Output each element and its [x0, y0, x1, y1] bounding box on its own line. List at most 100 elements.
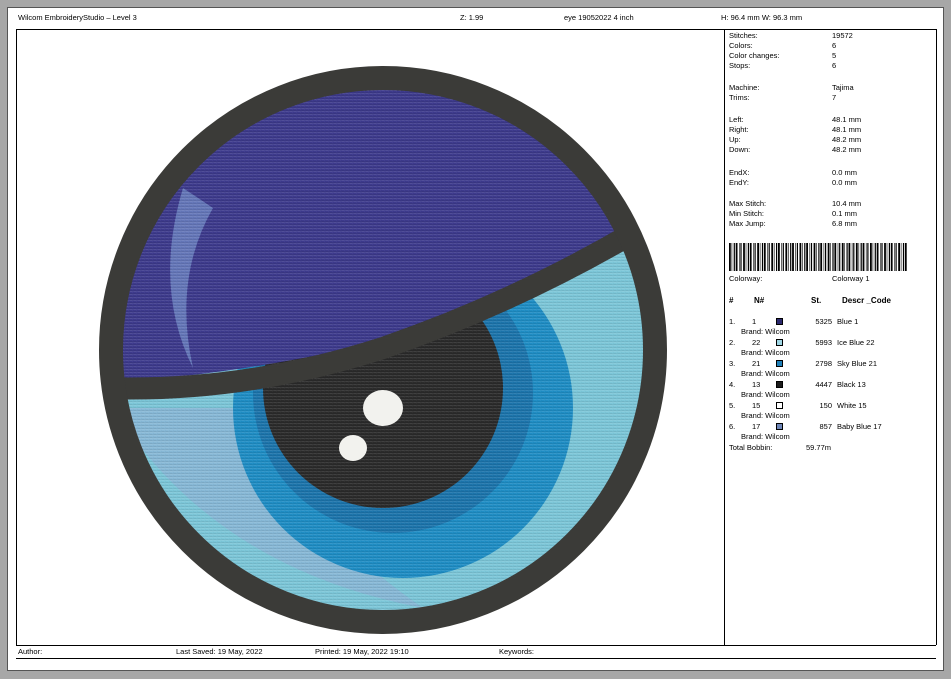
barcode-bar: [818, 243, 820, 271]
barcode-bar: [810, 243, 813, 271]
barcode-bar: [865, 243, 867, 271]
thread-brand: Brand: Wilcom: [741, 390, 790, 399]
footer-keywords: Keywords:: [499, 647, 535, 656]
stat-label: Color changes:: [729, 51, 780, 60]
barcode-bar: [778, 243, 780, 271]
stat-label: Stitches:: [729, 31, 758, 40]
barcode-bar: [792, 243, 794, 271]
thread-brand: Brand: Wilcom: [741, 327, 790, 336]
thread-number: 1: [752, 317, 757, 326]
thread-color-swatch: [776, 339, 783, 346]
thread-color-swatch: [776, 423, 783, 430]
print-preview-sheet: Wilcom EmbroideryStudio – Level 3 Z: 1.9…: [7, 7, 944, 671]
footer-last-saved: Last Saved: 19 May, 2022: [176, 647, 263, 656]
thread-index: 1.: [729, 317, 736, 326]
col-descr-header: Descr _Code: [842, 296, 891, 305]
thread-brand: Brand: Wilcom: [741, 432, 790, 441]
barcode-bar: [867, 243, 869, 271]
barcode-bar: [851, 243, 853, 271]
thread-stitches: 4447: [815, 380, 832, 389]
colorway-value: Colorway 1: [832, 274, 870, 283]
stat-value: 6: [832, 41, 837, 50]
stat-value: 48.2 mm: [832, 135, 862, 144]
barcode-bar: [898, 243, 900, 271]
total-bobbin-label: Total Bobbin:: [729, 443, 773, 452]
barcode-bar: [768, 243, 770, 271]
stat-label: Stops:: [729, 61, 751, 70]
thread-index: 4.: [729, 380, 736, 389]
barcode-bar: [767, 243, 768, 271]
stat-label: Max Stitch:: [729, 199, 767, 208]
barcode-bar: [735, 243, 738, 271]
stat-value: Tajima: [832, 83, 854, 92]
thread-index: 5.: [729, 401, 736, 410]
thread-description: Sky Blue 21: [837, 359, 878, 368]
barcode-bar: [880, 243, 881, 271]
barcode-bar: [832, 243, 834, 271]
barcode-bar: [771, 243, 774, 271]
barcode-bar: [776, 243, 778, 271]
barcode-bar: [763, 243, 766, 271]
stat-value: 48.1 mm: [832, 115, 862, 124]
stat-value: 0.0 mm: [832, 168, 858, 177]
frame-right: [936, 29, 937, 645]
barcode-bar: [904, 243, 907, 271]
barcode-bar: [733, 243, 735, 271]
barcode-bar: [816, 243, 817, 271]
stat-label: Min Stitch:: [729, 209, 765, 218]
barcode-bar: [825, 243, 827, 271]
col-number-header: N#: [754, 296, 765, 305]
stat-value: 19572: [832, 31, 853, 40]
barcode-bar: [785, 243, 788, 271]
barcode-bar: [799, 243, 802, 271]
barcode-bar: [773, 243, 775, 271]
col-index-header: #: [729, 296, 734, 305]
stat-label: Colors:: [729, 41, 753, 50]
barcode-bar: [874, 243, 876, 271]
barcode-bar: [895, 243, 897, 271]
stat-label: Down:: [729, 145, 751, 154]
barcode-bar: [731, 243, 733, 271]
thread-number: 22: [752, 338, 761, 347]
embroidery-design-eye: [99, 66, 667, 634]
barcode-bar: [802, 243, 803, 271]
barcode-bar: [809, 243, 811, 271]
stat-label: Max Jump:: [729, 219, 766, 228]
barcode-bar: [806, 243, 808, 271]
barcode-bar: [894, 243, 895, 271]
barcode-bar: [890, 243, 893, 271]
barcode-bar: [862, 243, 865, 271]
barcode-bar: [743, 243, 745, 271]
barcode-bar: [795, 243, 796, 271]
design-size: H: 96.4 mm W: 96.3 mm: [721, 13, 803, 22]
barcode-bar: [796, 243, 798, 271]
barcode-bar: [739, 243, 740, 271]
barcode-bar: [820, 243, 823, 271]
stat-value: 0.1 mm: [832, 209, 858, 218]
thread-description: Blue 1: [837, 317, 859, 326]
stat-value: 48.1 mm: [832, 125, 862, 134]
stat-label: EndY:: [729, 178, 750, 187]
stat-label: Right:: [729, 125, 749, 134]
barcode-bar: [788, 243, 789, 271]
barcode-bar: [881, 243, 883, 271]
barcode-bar: [740, 243, 742, 271]
thread-stitches: 5325: [815, 317, 832, 326]
barcode-bar: [870, 243, 872, 271]
thread-stitches: 857: [819, 422, 832, 431]
thread-number: 13: [752, 380, 761, 389]
thread-description: Baby Blue 17: [837, 422, 882, 431]
barcode-bar: [846, 243, 848, 271]
thread-color-swatch: [776, 318, 783, 325]
barcode: [729, 243, 907, 271]
barcode-bar: [841, 243, 844, 271]
barcode-bar: [855, 243, 858, 271]
stat-value: 6.8 mm: [832, 219, 858, 228]
barcode-bar: [753, 243, 754, 271]
thread-stitches: 150: [819, 401, 832, 410]
stat-value: 5: [832, 51, 837, 60]
barcode-bar: [813, 243, 816, 271]
stat-value: 6: [832, 61, 837, 70]
thread-color-swatch: [776, 381, 783, 388]
barcode-bar: [886, 243, 888, 271]
